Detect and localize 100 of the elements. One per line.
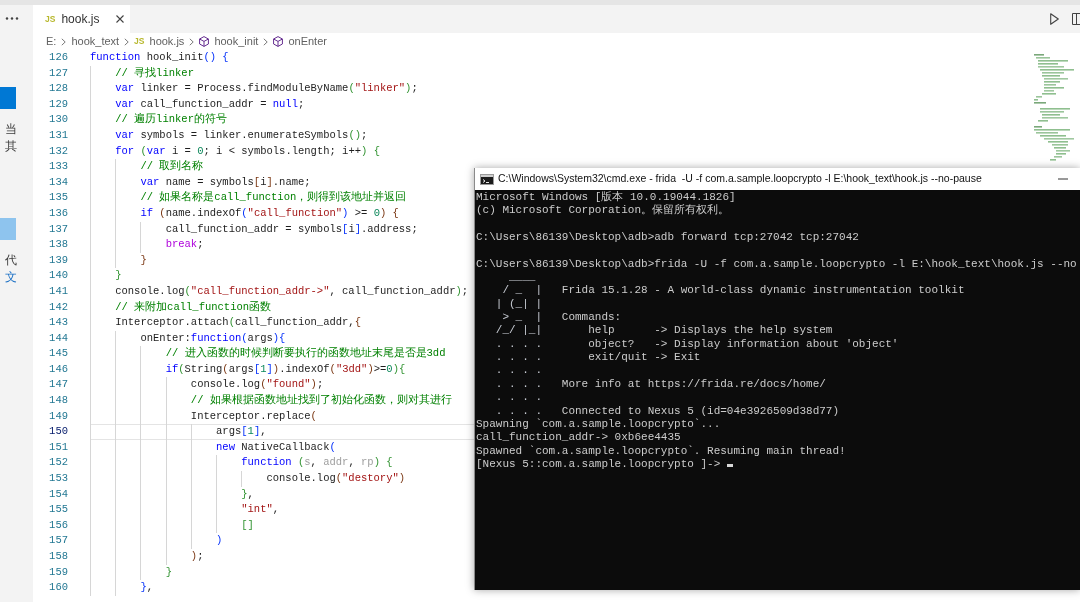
code-line: "int", <box>241 503 280 516</box>
code-line: // 如果根据函数地址找到了初始化函数，则对其进行 <box>190 394 452 407</box>
terminal-line: More info at https://frida.re/docs/home/ <box>561 377 826 390</box>
ascii-art: . . . . <box>495 377 543 390</box>
code-line: function hook_init() { <box>90 51 229 63</box>
line-number: 137 <box>48 221 68 237</box>
line-number: 127 <box>48 65 68 81</box>
terminal-icon <box>480 173 494 185</box>
code-line: // 如果名称是call_function，则得到该地址并返回 <box>140 191 407 204</box>
ascii-art: . . . . <box>495 337 543 350</box>
line-number: 132 <box>48 143 68 159</box>
code-line: call_function_addr = symbols[i].address; <box>165 222 418 235</box>
line-number: 141 <box>48 283 68 299</box>
terminal-line: Spawned `com.a.sample.loopcrypto`. Resuming main thread! <box>476 444 846 457</box>
line-number: 148 <box>48 393 68 409</box>
line-number: 153 <box>48 471 68 487</box>
breadcrumb-item[interactable]: hook_init <box>199 33 259 50</box>
code-line: for (var i = 0; i < symbols.length; i++) { <box>115 144 380 157</box>
breadcrumb-item[interactable]: hook_text <box>71 33 120 50</box>
ascii-art: ____ <box>509 271 536 284</box>
terminal-line: C:\Users\86139\Desktop\adb>frida -U -f com.a.sample.loopcrypto -l E:\hook_text\hook.js --no <box>476 257 1077 270</box>
chevron-right-icon <box>124 37 130 46</box>
run-icon[interactable] <box>1050 13 1059 25</box>
code-line: if(String(args[1]).indexOf("3dd")>=0){ <box>165 362 406 375</box>
line-number: 136 <box>48 205 68 221</box>
line-number: 135 <box>48 190 68 206</box>
line-number: 147 <box>48 377 68 393</box>
line-number: 139 <box>48 252 68 268</box>
line-number: 145 <box>48 346 68 362</box>
cube-icon <box>273 36 284 47</box>
breadcrumb-item[interactable]: onEnter <box>273 33 327 50</box>
editor-tab[interactable]: JS hook.js <box>33 5 130 33</box>
terminal-line: C:\Users\86139\Desktop\adb>adb forward tcp:27042 tcp:27042 <box>476 231 859 244</box>
js-file-icon: JS <box>45 14 56 24</box>
ascii-art: . . . . <box>495 364 543 377</box>
ascii-art: . . . . <box>495 391 543 404</box>
line-number: 149 <box>48 408 68 424</box>
line-number: 160 <box>48 580 68 596</box>
sidebar-text: 代 <box>4 252 17 269</box>
code-line: // 遍历linker的符号 <box>115 113 227 126</box>
breadcrumb-item[interactable]: JS hook.js <box>134 33 185 50</box>
js-file-icon: JS <box>134 37 145 46</box>
ascii-art: . . . . <box>495 404 543 417</box>
ascii-art: /_/ |_| <box>495 324 543 337</box>
code-line: console.log("found"); <box>190 378 324 391</box>
more-icon[interactable] <box>5 17 19 20</box>
code-line: console.log("call_function_addr->", call_function_addr); <box>115 284 469 297</box>
chevron-right-icon <box>263 37 269 46</box>
cube-icon <box>199 36 210 47</box>
line-number: 126 <box>48 50 68 65</box>
terminal-line: help -> Displays the help system <box>588 324 833 337</box>
line-number: 130 <box>48 112 68 128</box>
code-line: }, <box>241 487 254 500</box>
line-number: 158 <box>48 549 68 564</box>
terminal-line: exit/quit -> Exit <box>588 351 701 364</box>
code-line: // 进入函数的时候判断要执行的函数地址末尾是否是3dd <box>165 347 446 360</box>
line-number: 152 <box>48 455 68 471</box>
split-editor-icon[interactable] <box>1072 13 1080 25</box>
ascii-art: / _ | <box>502 284 542 297</box>
line-number: 144 <box>48 330 68 346</box>
line-number: 151 <box>48 439 68 455</box>
code-line: var call_function_addr = null; <box>115 97 305 110</box>
code-line: console.log("destory") <box>266 472 406 485</box>
text-cursor <box>726 463 734 467</box>
chevron-right-icon <box>189 37 195 46</box>
terminal-line: Microsoft Windows [版本 10.0.19044.1826] <box>476 191 736 203</box>
code-line: var linker = Process.findModuleByName("linker"); <box>115 82 418 95</box>
code-line: } <box>115 269 122 282</box>
terminal-line: Connected to Nexus 5 (id=04e3926509d38d77) <box>561 404 840 417</box>
sidebar-text: 当 <box>4 121 17 138</box>
code-line: } <box>165 565 172 578</box>
line-number: 133 <box>48 159 68 175</box>
chevron-right-icon <box>61 37 67 46</box>
line-number: 156 <box>48 517 68 533</box>
code-line: }, <box>140 581 154 594</box>
line-number: 150 <box>48 424 68 440</box>
breadcrumb-item[interactable]: E: <box>46 33 57 50</box>
code-line: var symbols = linker.enumerateSymbols(); <box>115 128 368 141</box>
code-line: function (s, addr, rp) { <box>241 456 393 469</box>
code-line: var name = symbols[i].name; <box>140 175 311 188</box>
code-line: } <box>140 253 147 266</box>
sidebar-text: 其 <box>4 138 17 155</box>
line-number: 159 <box>48 564 68 580</box>
code-line: Interceptor.attach(call_function_addr,{ <box>115 316 361 329</box>
ascii-art: | (_| | <box>495 297 543 310</box>
code-line: // 取到名称 <box>140 160 204 173</box>
code-line: [] <box>241 518 254 531</box>
terminal-line: (c) Microsoft Corporation。保留所有权利。 <box>476 204 730 217</box>
code-line: ); <box>190 550 204 562</box>
close-icon[interactable] <box>116 15 124 23</box>
ascii-art: . . . . <box>495 351 543 364</box>
line-number: 131 <box>48 127 68 143</box>
line-number: 138 <box>48 237 68 253</box>
line-number: 134 <box>48 174 68 190</box>
terminal-line: Commands: <box>561 311 622 324</box>
terminal-prompt: [Nexus 5::com.a.sample.loopcrypto ]-> <box>476 457 721 470</box>
line-number: 142 <box>48 299 68 315</box>
sidebar-link[interactable]: 文 <box>0 269 17 286</box>
code-line: new NativeCallback( <box>216 440 336 453</box>
line-number: 155 <box>48 502 68 518</box>
